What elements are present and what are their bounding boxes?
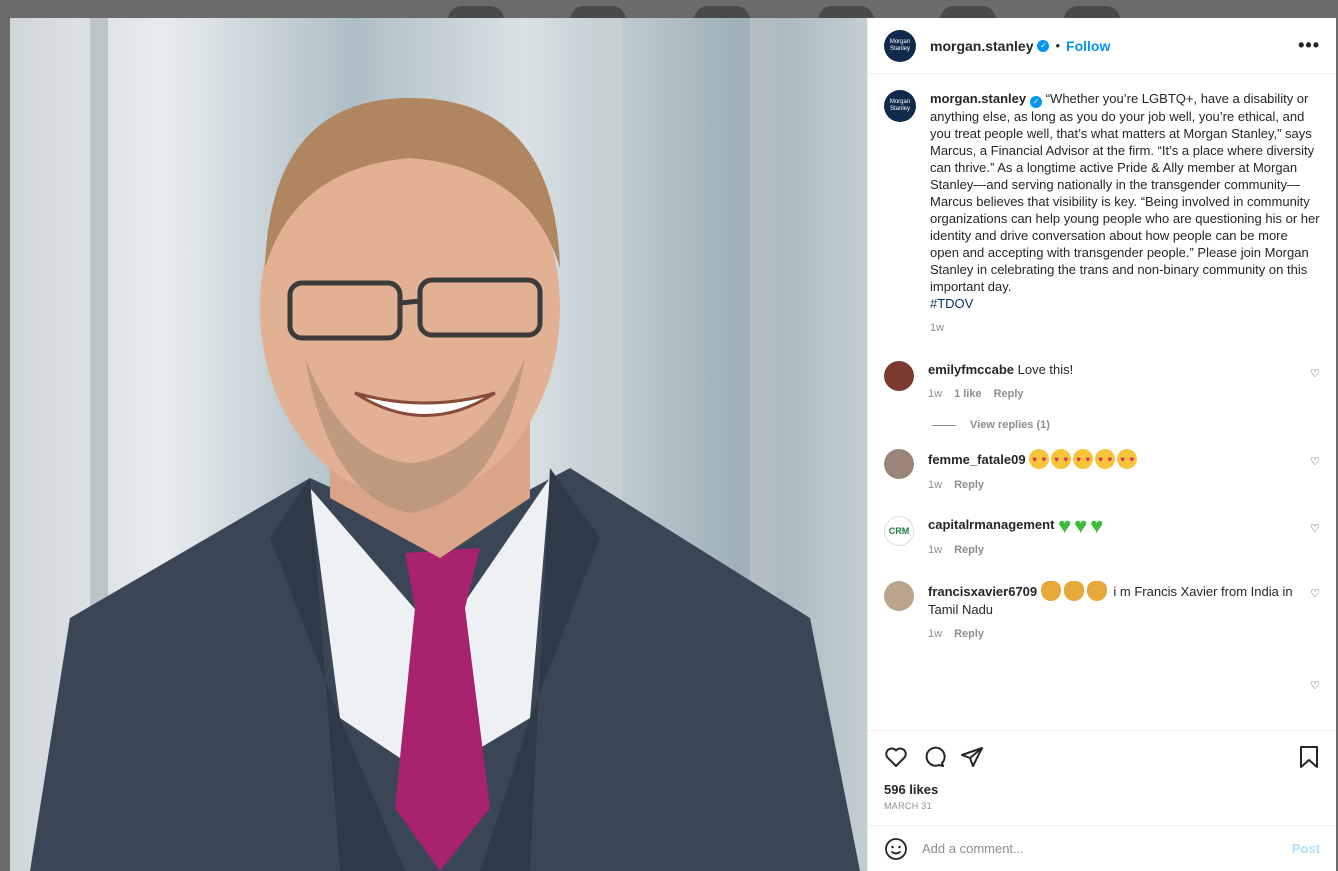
caption-username[interactable]: morgan.stanley [930, 91, 1026, 106]
loading-more-comments: ♡ [884, 665, 1320, 705]
comment-username[interactable]: francisxavier6709 [928, 584, 1037, 599]
like-heart-icon[interactable] [884, 745, 908, 769]
person-illustration [30, 98, 860, 871]
save-bookmark-icon[interactable] [1298, 745, 1320, 769]
caption-text: “Whether you’re LGBTQ+, have a disabilit… [930, 91, 1320, 294]
comment-username[interactable]: emilyfmccabe [928, 362, 1014, 377]
comment-bubble-icon[interactable] [922, 745, 946, 769]
comment-item: CRM capitalrmanagement ♥ ♥ ♥ 1w Reply ♡ [884, 513, 1320, 559]
commenter-avatar[interactable] [884, 581, 914, 611]
share-paper-plane-icon[interactable] [960, 745, 984, 769]
add-comment-bar: Post [868, 825, 1336, 871]
caption: Morgan Stanley morgan.stanley ✓ “Whether … [884, 90, 1320, 337]
verified-badge-icon: ✓ [1030, 96, 1043, 108]
post-side-panel: Morgan Stanley morgan.stanley ✓ • Follow… [867, 18, 1336, 871]
action-bar [868, 730, 1336, 782]
comment-body: femme_fatale09 1w Reply [928, 449, 1320, 494]
comment-meta: 1w Reply [928, 542, 1296, 559]
commenter-avatar[interactable] [884, 449, 914, 479]
caption-time[interactable]: 1w [930, 320, 944, 337]
comment-time[interactable]: 1w [928, 626, 942, 643]
comment-body: emilyfmccabe Love this! 1w 1 like Reply [928, 361, 1320, 403]
comment-username[interactable]: capitalrmanagement [928, 517, 1054, 532]
post-header: Morgan Stanley morgan.stanley ✓ • Follow… [868, 18, 1336, 74]
avatar-initials: CRM [888, 526, 910, 536]
more-options-icon[interactable]: ••• [1298, 35, 1320, 56]
hashtag-link[interactable]: #TDOV [930, 296, 973, 311]
comment-meta: 1w Reply [928, 477, 1296, 494]
follow-button[interactable]: Follow [1066, 38, 1110, 54]
post-photo[interactable] [10, 18, 867, 871]
comment-time[interactable]: 1w [928, 542, 942, 559]
like-comment-heart-icon[interactable]: ♡ [1310, 455, 1320, 468]
comment-item: francisxavier6709 i m Francis Xavier fro… [884, 581, 1320, 643]
reply-button[interactable]: Reply [954, 477, 984, 494]
like-comment-heart-icon[interactable]: ♡ [1310, 522, 1320, 535]
comment-time[interactable]: 1w [928, 386, 942, 403]
comment-body: capitalrmanagement ♥ ♥ ♥ 1w Reply [928, 513, 1320, 559]
author-username[interactable]: morgan.stanley [930, 38, 1033, 54]
replies-line [932, 424, 956, 426]
comment-item: femme_fatale09 1w Reply ♡ [884, 449, 1320, 494]
reply-button[interactable]: Reply [954, 542, 984, 559]
post-modal: Morgan Stanley morgan.stanley ✓ • Follow… [10, 18, 1336, 871]
comment-meta: 1w 1 like Reply [928, 386, 1296, 403]
like-comment-heart-icon[interactable]: ♡ [1310, 679, 1320, 692]
commenter-avatar[interactable]: CRM [884, 516, 914, 546]
caption-avatar[interactable]: Morgan Stanley [884, 90, 916, 122]
reply-button[interactable]: Reply [994, 386, 1024, 403]
comment-time[interactable]: 1w [928, 477, 942, 494]
comment-body: francisxavier6709 i m Francis Xavier fro… [928, 581, 1320, 643]
separator-dot: • [1055, 38, 1061, 53]
author-avatar[interactable]: Morgan Stanley [884, 29, 916, 62]
comment-text: Love this! [1017, 362, 1074, 377]
comment-likes[interactable]: 1 like [954, 386, 982, 403]
verified-badge-icon: ✓ [1037, 39, 1050, 52]
clapping-emoji-icon [1040, 581, 1110, 601]
comment-item: emilyfmccabe Love this! 1w 1 like Reply … [884, 361, 1320, 403]
like-comment-heart-icon[interactable]: ♡ [1310, 587, 1320, 600]
view-replies-label[interactable]: View replies (1) [970, 419, 1050, 431]
green-heart-emoji-icon: ♥ ♥ ♥ [1058, 513, 1104, 538]
post-date[interactable]: MARCH 31 [868, 797, 1336, 825]
add-comment-input[interactable] [922, 841, 1292, 856]
view-replies-button[interactable]: View replies (1) [932, 419, 1320, 431]
commenter-avatar[interactable] [884, 361, 914, 391]
comments-area[interactable]: Morgan Stanley morgan.stanley ✓ “Whether … [868, 74, 1336, 730]
reply-button[interactable]: Reply [954, 626, 984, 643]
caption-meta: 1w [930, 320, 1320, 337]
comment-meta: 1w Reply [928, 626, 1296, 643]
likes-count[interactable]: 596 likes [868, 782, 1336, 797]
heart-eyes-emoji-icon [1029, 449, 1139, 469]
emoji-smiley-icon[interactable] [884, 837, 908, 861]
like-comment-heart-icon[interactable]: ♡ [1310, 367, 1320, 380]
comment-username[interactable]: femme_fatale09 [928, 452, 1026, 467]
post-comment-button[interactable]: Post [1292, 841, 1320, 856]
caption-body: morgan.stanley ✓ “Whether you’re LGBTQ+, … [930, 90, 1320, 337]
